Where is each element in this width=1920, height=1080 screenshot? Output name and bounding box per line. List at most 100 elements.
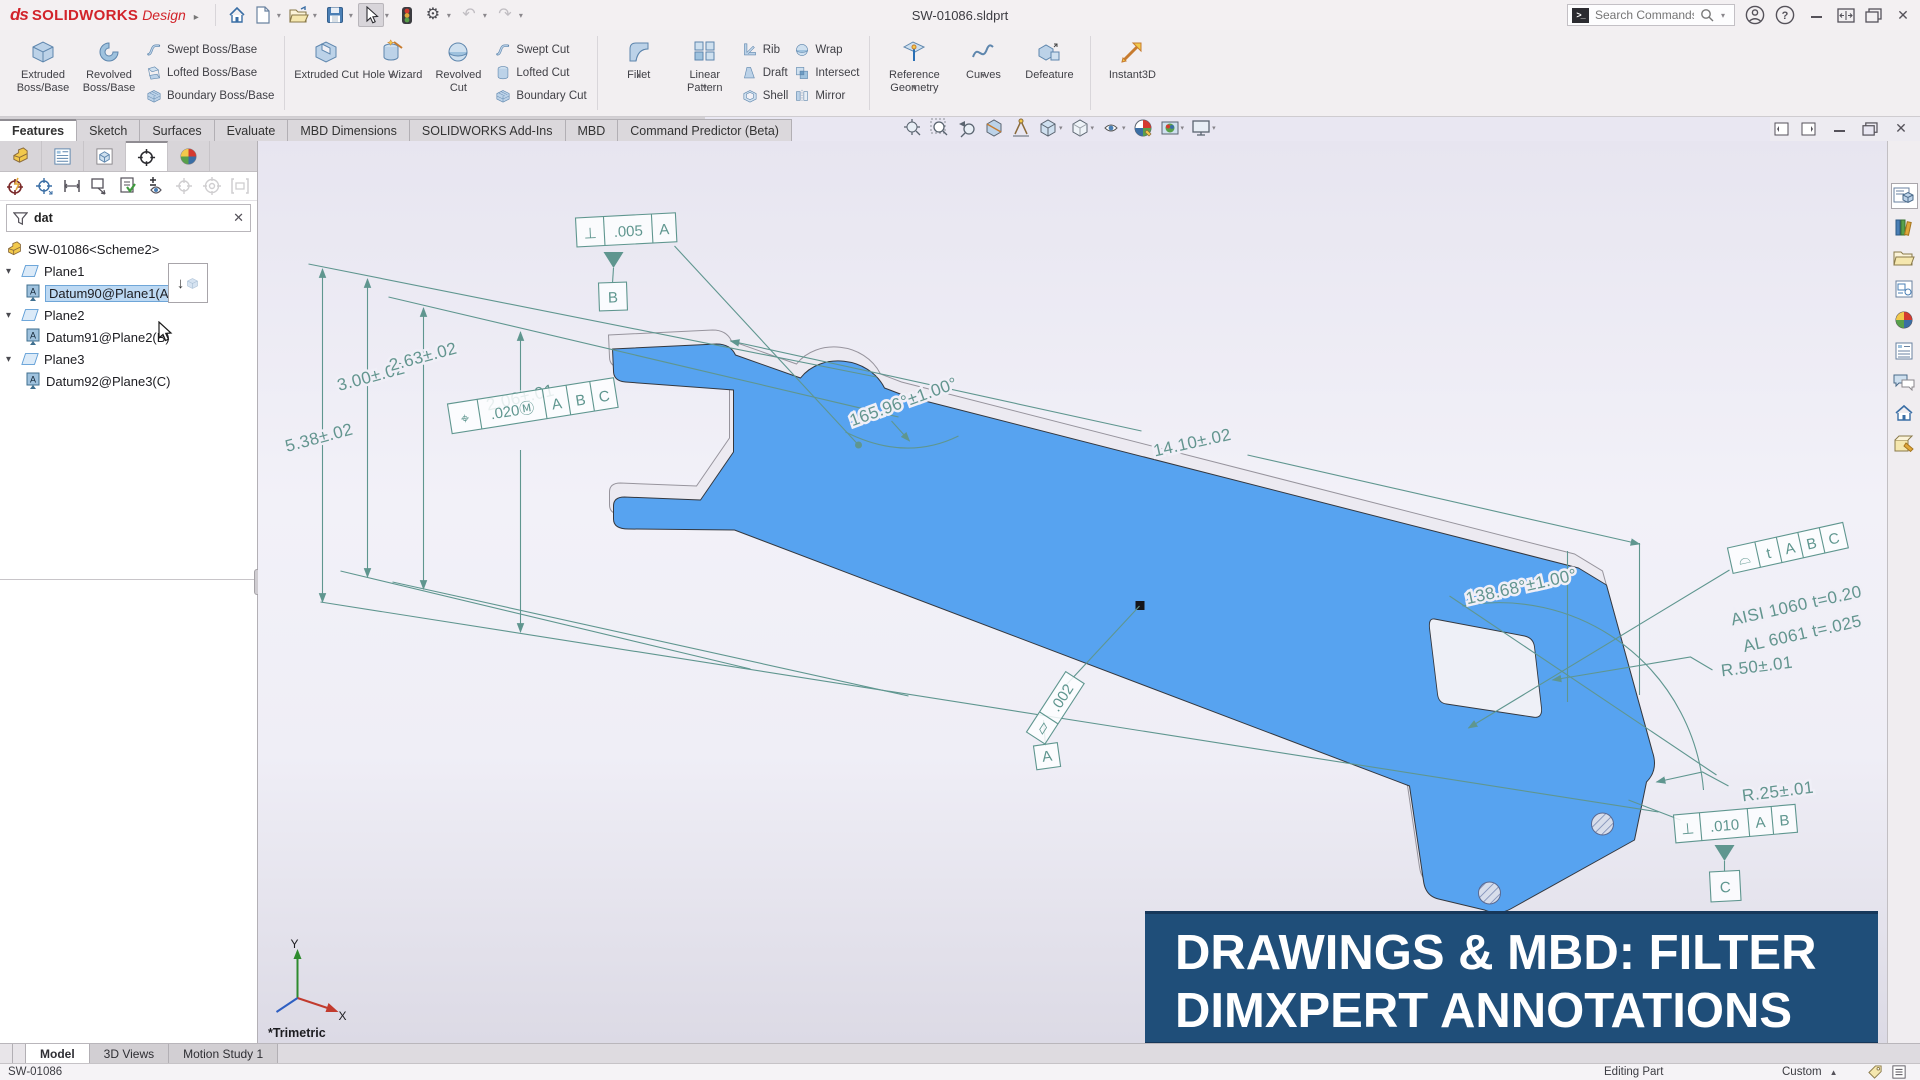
save-button[interactable] <box>322 3 348 27</box>
redo-button[interactable]: ↷ <box>492 3 518 27</box>
size-dimension-icon[interactable] <box>62 176 82 196</box>
tab-features[interactable]: Features <box>0 119 77 141</box>
fcf-profile[interactable]: ⌓ t A B C <box>1728 522 1849 573</box>
window-minimize-icon[interactable] <box>1828 121 1850 137</box>
rib-button[interactable]: Rib <box>742 40 789 60</box>
pane-split-button[interactable] <box>13 1044 26 1063</box>
tolanalyst-icon-disabled[interactable] <box>230 176 250 196</box>
mirror-button[interactable]: Mirror <box>794 86 859 106</box>
copy-scheme-icon-disabled[interactable] <box>174 176 194 196</box>
datum-target-icon[interactable] <box>118 176 138 196</box>
pane-split-button[interactable] <box>0 1044 13 1063</box>
collapse-caret-icon[interactable]: ▾ <box>6 310 16 321</box>
select-tool-button[interactable] <box>358 3 384 27</box>
options-button[interactable]: ⚙ <box>420 3 446 27</box>
fcf-flatness[interactable]: ▱ .002 <box>1027 672 1085 744</box>
design-library-button[interactable] <box>1891 214 1918 240</box>
open-button[interactable] <box>286 3 312 27</box>
previous-view-button[interactable] <box>957 118 977 138</box>
hide-show-items-button[interactable]: ▾ <box>1101 120 1126 136</box>
units-selector[interactable]: Custom ▲ <box>1782 1066 1838 1078</box>
search-dropdown[interactable]: ▾ <box>1721 11 1725 20</box>
tree-pane-splitter[interactable] <box>0 579 257 580</box>
command-search[interactable]: >_ ▾ <box>1567 4 1735 26</box>
zoom-to-fit-button[interactable] <box>903 118 923 138</box>
tab-motion-study-1[interactable]: Motion Study 1 <box>169 1044 278 1063</box>
import-scheme-icon-disabled[interactable] <box>202 176 222 196</box>
fillet-button[interactable]: Fillet ▾ <box>606 34 672 82</box>
swept-cut-button[interactable]: Swept Cut <box>495 40 586 60</box>
display-style-button[interactable]: ▾ <box>1070 118 1095 138</box>
view-settings-dropdown[interactable]: ▾ <box>1212 124 1216 132</box>
fcf-perpendicularity-bottom[interactable]: ⊥ .010 A B <box>1674 804 1798 843</box>
tab-sketch[interactable]: Sketch <box>76 119 140 141</box>
pattern-feature-icon[interactable] <box>90 176 110 196</box>
instant3d-button[interactable]: Instant3D <box>1099 34 1165 82</box>
search-icon[interactable] <box>1700 8 1714 22</box>
redo-dropdown[interactable]: ▾ <box>519 11 523 20</box>
home-panel-button[interactable] <box>1891 400 1918 426</box>
user-account-icon[interactable] <box>1745 5 1765 25</box>
open-dropdown[interactable]: ▾ <box>313 11 317 20</box>
curves-dropdown[interactable]: ▾ <box>981 71 985 80</box>
options-list-icon[interactable] <box>1892 1065 1906 1079</box>
options-dropdown[interactable]: ▾ <box>447 11 451 20</box>
restore-button[interactable] <box>1865 8 1882 23</box>
3dexperience-marketplace-button[interactable] <box>1891 431 1918 457</box>
tree-node-datum90[interactable]: A Datum90@Plane1(A) <box>0 282 257 304</box>
intersect-button[interactable]: Intersect <box>794 63 859 83</box>
tab-solidworks-add-ins[interactable]: SOLIDWORKS Add-Ins <box>409 119 566 141</box>
datum-feature-a[interactable]: A <box>1034 743 1061 770</box>
boundary-boss-button[interactable]: Boundary Boss/Base <box>146 86 274 106</box>
apply-scene-dropdown[interactable]: ▾ <box>1181 124 1185 132</box>
collapse-caret-icon[interactable]: ▾ <box>6 354 16 365</box>
hole-wizard-dropdown[interactable]: ▾ <box>390 71 394 80</box>
tree-node-plane3[interactable]: ▾ Plane3 <box>0 348 257 370</box>
datum-feature-b[interactable]: B <box>599 252 628 311</box>
view-palette-button[interactable] <box>1891 276 1918 302</box>
file-explorer-button[interactable] <box>1891 245 1918 271</box>
tree-filter-input[interactable] <box>34 211 227 225</box>
window-close-icon[interactable]: ✕ <box>1890 120 1912 137</box>
interference-check-button[interactable] <box>394 3 420 27</box>
dynamic-annotation-views-button[interactable] <box>1011 118 1031 138</box>
tags-icon[interactable] <box>1868 1065 1883 1080</box>
tab-mbd-dimensions[interactable]: MBD Dimensions <box>287 119 410 141</box>
extruded-cut-button[interactable]: Extruded Cut <box>293 34 359 82</box>
view-orientation-button[interactable]: ▾ <box>1038 118 1063 138</box>
window-restore-icon[interactable] <box>1862 122 1878 136</box>
new-document-button[interactable] <box>250 3 276 27</box>
tab-mbd[interactable]: MBD <box>565 119 619 141</box>
tree-node-datum92[interactable]: A Datum92@Plane3(C) <box>0 370 257 392</box>
tree-node-plane1[interactable]: ▾ Plane1 <box>0 260 257 282</box>
display-manager-tab[interactable] <box>168 141 210 171</box>
auto-dimension-scheme-icon[interactable] <box>6 176 26 196</box>
collapse-pane-left-icon[interactable] <box>1774 122 1789 136</box>
edit-appearance-button[interactable] <box>1133 118 1153 138</box>
new-document-dropdown[interactable]: ▾ <box>277 11 281 20</box>
reference-geometry-button[interactable]: Reference Geometry ▾ <box>878 34 950 94</box>
tree-filter[interactable]: ✕ <box>6 204 251 232</box>
close-button[interactable]: ✕ <box>1892 7 1914 24</box>
home-button[interactable] <box>224 3 250 27</box>
solidworks-resources-button[interactable] <box>1891 183 1918 209</box>
boundary-cut-button[interactable]: Boundary Cut <box>495 86 586 106</box>
collapse-pane-right-icon[interactable] <box>1801 122 1816 136</box>
shell-button[interactable]: Shell <box>742 86 789 106</box>
section-view-button[interactable] <box>984 118 1004 138</box>
help-icon[interactable]: ? <box>1775 5 1795 25</box>
search-input[interactable] <box>1595 8 1694 22</box>
apply-scene-button[interactable]: ▾ <box>1160 118 1185 138</box>
featuremanager-design-tree-tab[interactable] <box>0 141 42 171</box>
tree-node-datum91[interactable]: A Datum91@Plane2(B) <box>0 326 257 348</box>
graphics-viewport[interactable]: 5.38±.02 3.00±.02 2.63±.02 2.06±.01 14.1… <box>258 141 1887 1043</box>
zoom-to-area-button[interactable] <box>930 118 950 138</box>
select-dropdown[interactable]: ▾ <box>385 11 389 20</box>
linear-pattern-dropdown[interactable]: ▾ <box>703 83 707 92</box>
custom-properties-button[interactable] <box>1891 338 1918 364</box>
fcf-perpendicularity-top[interactable]: ⊥ .005 A <box>576 213 677 247</box>
view-settings-button[interactable]: ▾ <box>1191 118 1216 138</box>
brand-expand-icon[interactable]: ▸ <box>194 12 199 23</box>
span-displays-button[interactable] <box>1837 8 1855 23</box>
tab-3d-views[interactable]: 3D Views <box>90 1044 169 1063</box>
